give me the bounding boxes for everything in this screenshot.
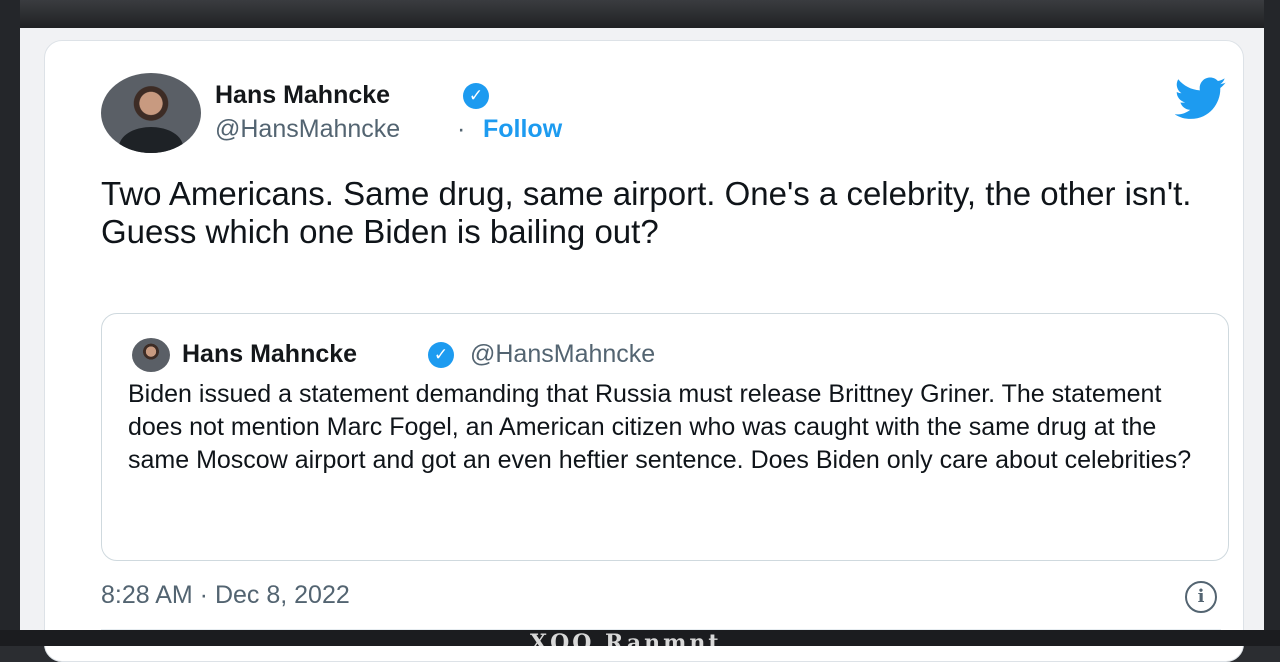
tweet-timestamp[interactable]: 8:28 AM · Dec 8, 2022	[101, 581, 350, 610]
quoted-author-avatar[interactable]	[132, 338, 170, 372]
tweet-card[interactable]: Hans Mahncke ✓ @HansMahncke · Follow Two…	[44, 40, 1244, 662]
monitor-bezel-top	[0, 0, 1280, 30]
quoted-tweet-text: Biden issued a statement demanding that …	[128, 380, 1192, 474]
author-handle[interactable]: @HansMahncke	[215, 115, 400, 144]
quoted-author-handle[interactable]: @HansMahncke	[470, 340, 655, 369]
bottom-caption: XQQ Ranmnt	[530, 632, 722, 646]
quoted-tweet[interactable]: Hans Mahncke ✓ @HansMahncke Biden issued…	[101, 313, 1229, 561]
author-avatar[interactable]	[101, 73, 201, 153]
handle-separator: ·	[457, 115, 466, 143]
twitter-bird-icon[interactable]	[1175, 77, 1227, 121]
tweet-text: Two Americans. Same drug, same airport. …	[101, 175, 1192, 250]
quoted-verified-badge-icon: ✓	[428, 342, 454, 368]
quoted-author-name[interactable]: Hans Mahncke	[182, 340, 357, 369]
follow-button[interactable]: Follow	[483, 115, 562, 144]
info-icon[interactable]: i	[1185, 581, 1217, 613]
author-name[interactable]: Hans Mahncke	[215, 81, 390, 110]
verified-badge-icon: ✓	[463, 83, 489, 109]
screen: Hans Mahncke ✓ @HansMahncke · Follow Two…	[20, 28, 1264, 662]
monitor-bezel-right	[1264, 0, 1280, 646]
monitor-bezel-left	[0, 0, 20, 646]
